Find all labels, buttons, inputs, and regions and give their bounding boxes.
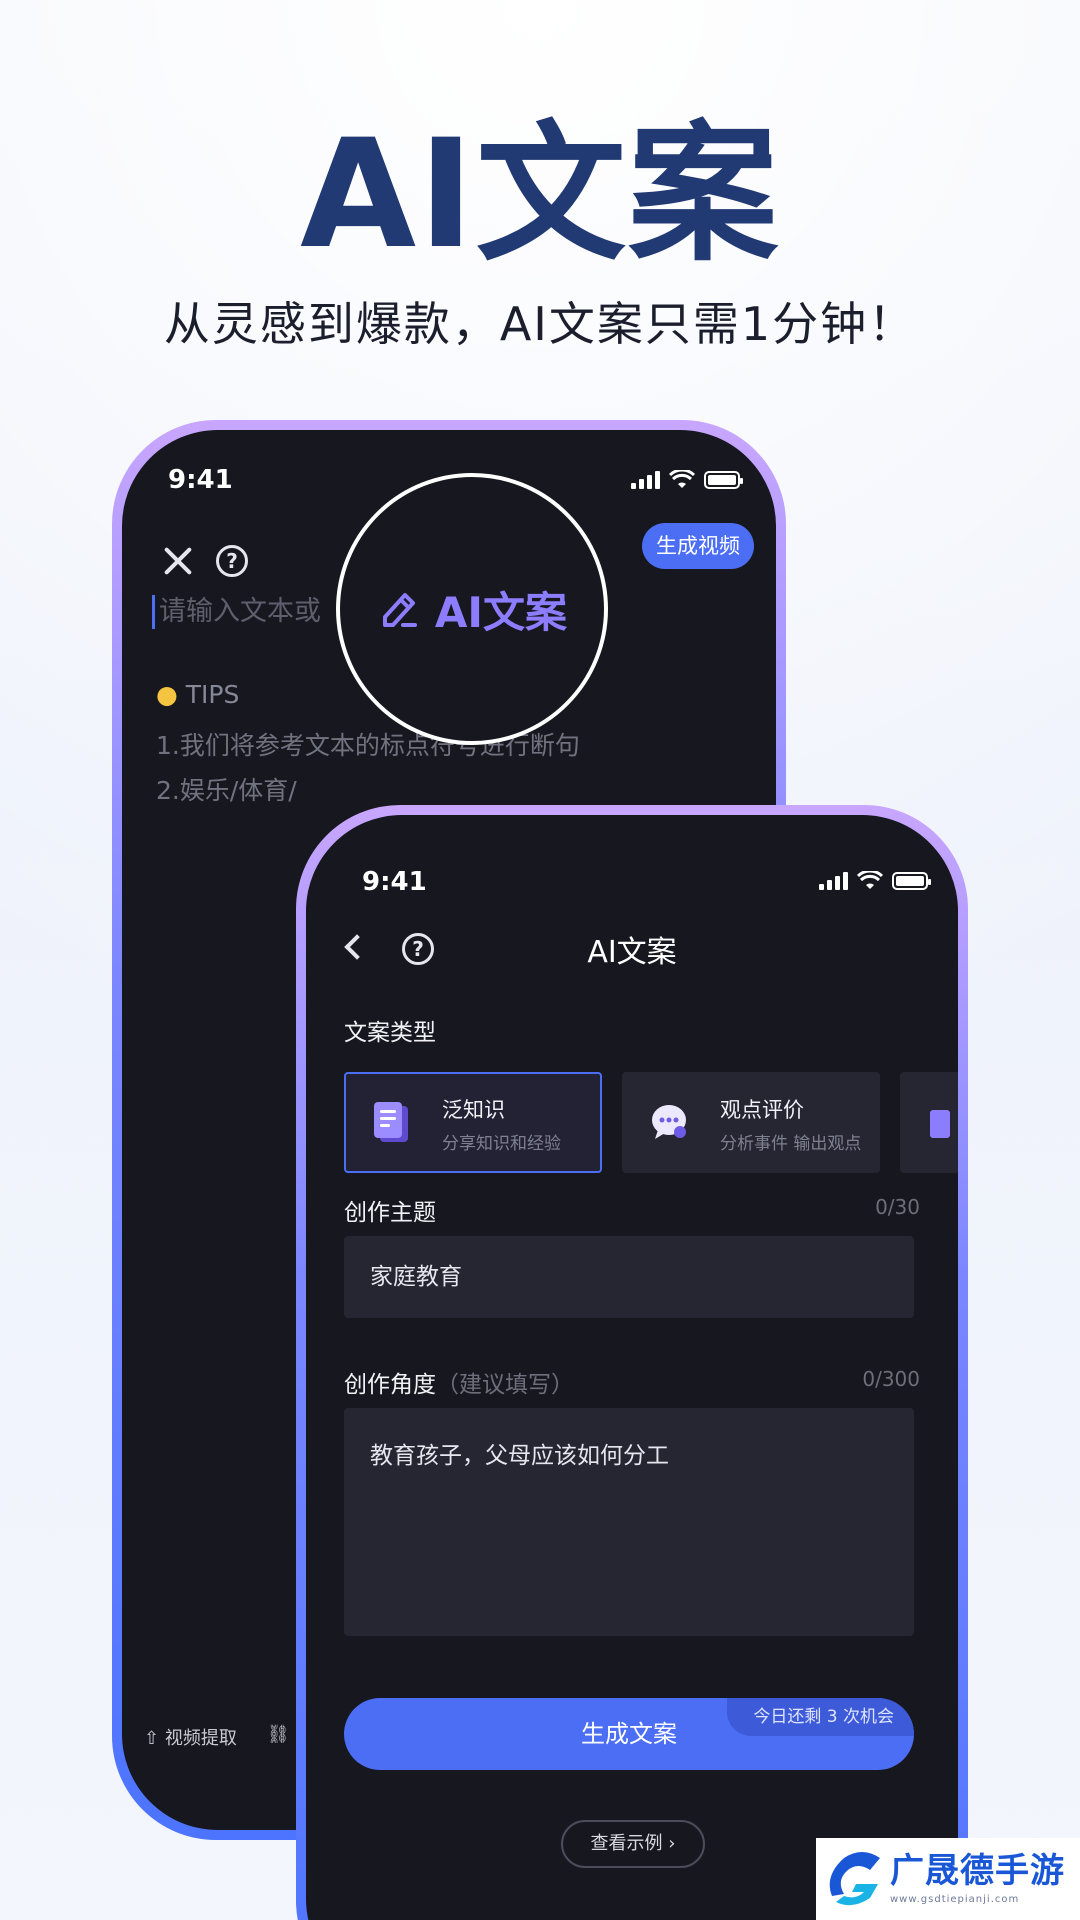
magnifier-label: AI文案: [434, 587, 568, 637]
status-icons: [631, 470, 743, 490]
watermark-url: www.gsdtiepianji.com: [890, 1893, 1020, 1905]
video-extract-tool[interactable]: ⇧ 视频提取: [144, 1724, 237, 1750]
front-phone-screen: 9:41 ? AI文案 文案类型 泛知识 分享知识和经验 观点评价 分析事件 输…: [306, 815, 958, 1920]
lightbulb-icon: ●: [156, 680, 178, 709]
tips-heading: ● TIPS: [156, 680, 239, 709]
document-icon: [374, 1102, 408, 1142]
angle-textarea[interactable]: 教育孩子，父母应该如何分工: [344, 1408, 914, 1636]
angle-label-hint: （建议填写）: [436, 1372, 574, 1398]
wifi-icon: [669, 470, 695, 488]
close-icon[interactable]: [162, 545, 194, 577]
upload-icon: ⇧: [144, 1728, 160, 1749]
tips-title: TIPS: [185, 680, 240, 709]
topic-label: 创作主题: [344, 1200, 436, 1226]
hero-subtitle: 从灵感到爆款，AI文案只需1分钟！: [163, 297, 917, 351]
status-time: 9:41: [168, 465, 233, 495]
type-section-label: 文案类型: [344, 1020, 436, 1046]
view-example-button[interactable]: 查看示例 ›: [561, 1820, 705, 1868]
signal-icon: [819, 872, 848, 890]
generate-copy-label: 生成文案: [581, 1720, 677, 1748]
watermark-brand: 广晟德手游: [890, 1850, 1065, 1891]
signal-icon: [631, 471, 660, 489]
link-icon[interactable]: ⛓: [267, 1724, 290, 1750]
bottom-toolbar: ⇧ 视频提取 ⛓: [144, 1724, 290, 1750]
help-icon[interactable]: ?: [216, 545, 248, 577]
angle-label: 创作角度（建议填写）: [344, 1365, 574, 1399]
type-card-title: 泛知识: [442, 1098, 505, 1122]
generate-video-button[interactable]: 生成视频: [642, 523, 754, 569]
watermark: 广晟德手游 www.gsdtiepianji.com: [816, 1838, 1080, 1920]
status-icons: [819, 871, 931, 891]
text-input[interactable]: 请输入文本或: [152, 595, 321, 629]
type-card-partial[interactable]: [900, 1072, 958, 1173]
tip-line: 2.娱乐/体育/: [156, 776, 297, 805]
battery-icon: [892, 872, 931, 890]
magnifier-callout: AI文案: [336, 473, 608, 745]
quota-badge: 今日还剩 3 次机会: [727, 1698, 914, 1736]
pen-icon: [382, 593, 417, 627]
topic-counter: 0/30: [875, 1195, 920, 1219]
topic-input[interactable]: 家庭教育: [344, 1236, 914, 1318]
front-phone-frame: 9:41 ? AI文案 文案类型 泛知识 分享知识和经验 观点评价 分析事件 输…: [296, 805, 968, 1920]
type-card-desc: 分享知识和经验: [442, 1134, 561, 1154]
type-card-title: 观点评价: [720, 1098, 804, 1122]
type-card-knowledge[interactable]: 泛知识 分享知识和经验: [344, 1072, 602, 1173]
angle-label-text: 创作角度: [344, 1372, 436, 1398]
type-card-desc: 分析事件 输出观点: [720, 1134, 862, 1154]
nav-title: AI文案: [587, 935, 677, 970]
chat-bubble-icon: [652, 1105, 686, 1139]
brand-logo-icon: [829, 1852, 880, 1906]
watermark-text-block: 广晟德手游 www.gsdtiepianji.com: [890, 1854, 1065, 1905]
generate-copy-button[interactable]: 生成文案 今日还剩 3 次机会: [344, 1698, 914, 1770]
status-time: 9:41: [362, 867, 427, 897]
hero-title: AI文案: [300, 108, 780, 282]
type-card-opinion[interactable]: 观点评价 分析事件 输出观点: [622, 1072, 880, 1173]
wifi-icon: [857, 871, 883, 889]
angle-counter: 0/300: [862, 1367, 920, 1391]
battery-icon: [704, 471, 743, 489]
cup-icon: [930, 1110, 950, 1138]
video-extract-label: 视频提取: [164, 1728, 237, 1749]
